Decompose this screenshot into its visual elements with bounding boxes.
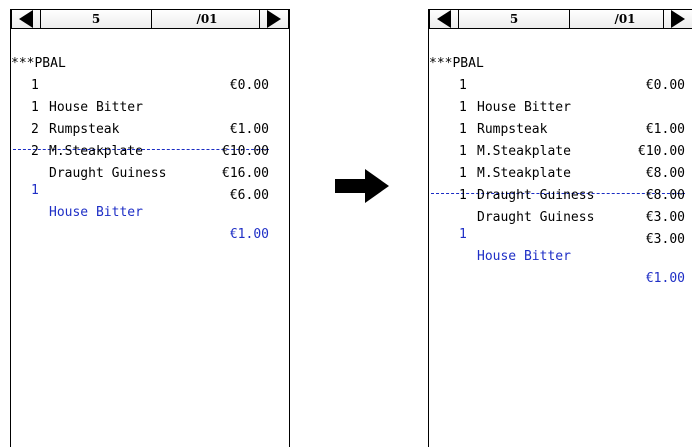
item-price: €1.00 — [229, 227, 269, 242]
item-name: House Bitter — [49, 205, 143, 220]
new-list-item[interactable]: 1 House Bitter €1.00 — [11, 158, 289, 242]
list-item[interactable]: 1 M.Steakplate €8.00 — [429, 97, 692, 181]
list-item[interactable]: 1 Draught Guiness €3.00 — [429, 141, 692, 225]
right-triangle-icon — [267, 10, 281, 28]
prev-page-button[interactable] — [430, 10, 459, 28]
right-triangle-icon — [671, 10, 685, 28]
check-panel-after: 5 /01 ***PBAL €0.00 1 House Bitter €1.00… — [428, 9, 692, 447]
item-price: €3.00 — [645, 232, 685, 247]
list-item[interactable]: 2 Draught Guiness €6.00 — [11, 119, 289, 203]
list-item[interactable]: 1 M.Steakplate €8.00 — [429, 119, 692, 203]
right-arrow-icon — [335, 169, 389, 203]
table-number: 5 — [91, 12, 101, 26]
check-items: ***PBAL €0.00 1 House Bitter €1.00 1 Rum… — [429, 29, 692, 286]
guest-number: /01 — [196, 12, 218, 26]
left-triangle-icon — [437, 10, 451, 28]
list-item[interactable]: 1 House Bitter €1.00 — [11, 53, 289, 137]
item-qty: 1 — [31, 183, 39, 198]
account-row[interactable]: ***PBAL €0.00 — [429, 31, 692, 93]
prev-page-button[interactable] — [12, 10, 41, 28]
left-triangle-icon — [19, 10, 33, 28]
table-number: 5 — [509, 12, 519, 26]
item-name: House Bitter — [477, 249, 571, 264]
list-item[interactable]: 1 Rumpsteak €10.00 — [429, 75, 692, 159]
check-header: 5 /01 — [11, 9, 289, 29]
item-price: €6.00 — [229, 188, 269, 203]
item-price: €1.00 — [645, 271, 685, 286]
list-item[interactable]: 1 Draught Guiness €3.00 — [429, 163, 692, 247]
new-list-item[interactable]: 1 House Bitter €1.00 — [429, 202, 692, 286]
check-panel-before: 5 /01 ***PBAL €0.00 1 House Bitter €1.00… — [10, 9, 290, 447]
next-page-button[interactable] — [259, 10, 288, 28]
item-qty: 1 — [459, 227, 467, 242]
next-page-button[interactable] — [663, 10, 692, 28]
check-header: 5 /01 — [429, 9, 692, 29]
list-item[interactable]: 1 Rumpsteak €10.00 — [11, 75, 289, 159]
account-row[interactable]: ***PBAL €0.00 — [11, 31, 289, 93]
check-items: ***PBAL €0.00 1 House Bitter €1.00 1 Rum… — [11, 29, 289, 242]
list-item[interactable]: 2 M.Steakplate €16.00 — [11, 97, 289, 181]
list-item[interactable]: 1 House Bitter €1.00 — [429, 53, 692, 137]
